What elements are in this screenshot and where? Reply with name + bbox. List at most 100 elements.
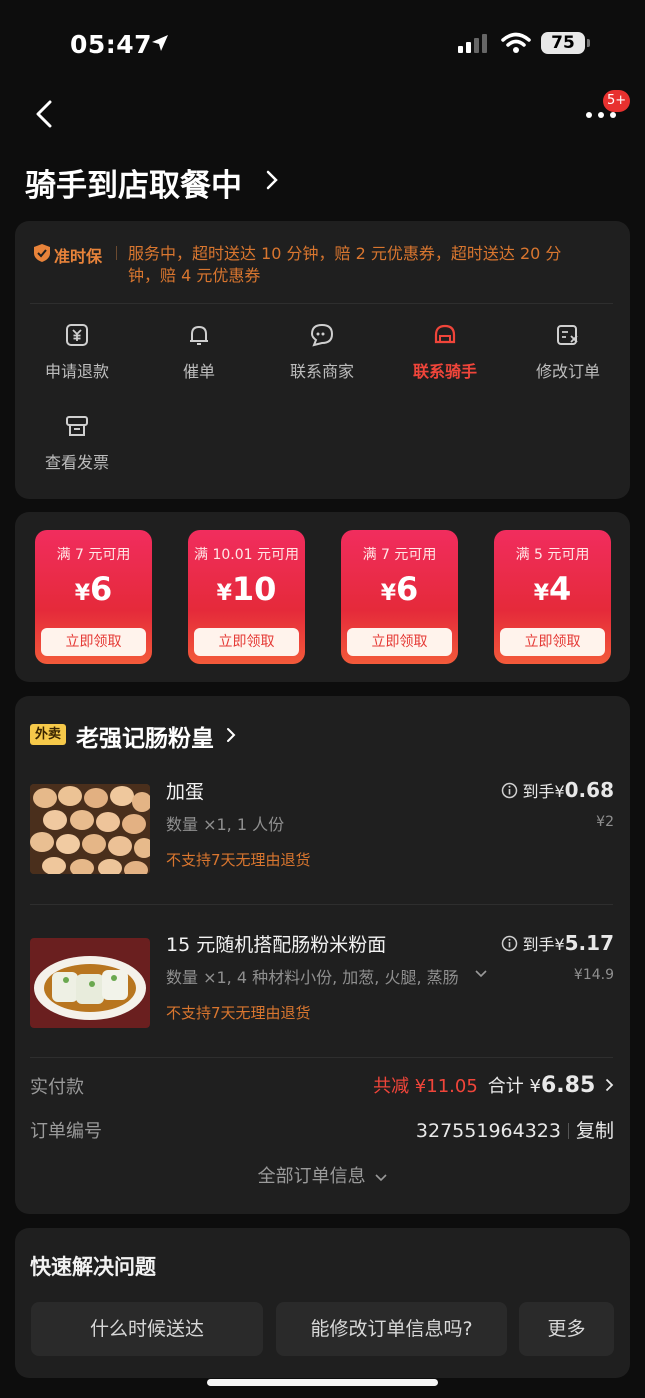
claim-coupon-button[interactable]: 立即领取: [347, 628, 452, 656]
battery-cap: [587, 39, 590, 47]
separator: [567, 1123, 569, 1139]
net-value: 0.68: [564, 778, 614, 802]
item-original-price: ¥2: [596, 814, 614, 830]
invoice-icon: [66, 416, 88, 436]
coupon-value: 4: [549, 570, 572, 608]
coupon-condition: 满 7 元可用: [56, 547, 131, 563]
item-name[interactable]: 15 元随机搭配肠粉米粉面: [166, 930, 386, 957]
claim-coupon-button[interactable]: 立即领取: [194, 628, 299, 656]
coupon-currency: ¥: [533, 581, 550, 606]
chevron-right-icon: [605, 1078, 614, 1092]
order-number-label: 订单编号: [30, 1121, 102, 1142]
coupon-condition: 满 5 元可用: [515, 547, 590, 563]
net-currency: ¥: [554, 782, 565, 801]
home-indicator[interactable]: [207, 1379, 438, 1386]
item-return-note: 不支持7天无理由退货: [166, 1004, 311, 1022]
divider: [30, 904, 613, 905]
claim-coupon-button[interactable]: 立即领取: [41, 628, 146, 656]
divider: [30, 303, 613, 304]
refund-label: 申请退款: [44, 362, 109, 381]
edit-order-icon: [557, 325, 578, 345]
coupon-condition: 满 7 元可用: [362, 547, 437, 563]
contact-merchant-action[interactable]: 联系商家: [267, 322, 377, 382]
urge-action[interactable]: 催单: [144, 322, 254, 382]
guarantee-text: 服务中，超时送达 10 分钟，赔 2 元优惠券，超时送达 20 分钟，赔 4 元…: [128, 244, 562, 285]
contact-rider-label: 联系骑手: [412, 362, 477, 381]
battery-indicator: 75: [541, 32, 585, 54]
urge-label: 催单: [182, 362, 215, 381]
net-prefix: 到手: [522, 935, 555, 954]
total-value: 6.85: [540, 1073, 596, 1098]
coupon[interactable]: 满 7 元可用 ¥6 立即领取: [35, 530, 152, 664]
coupon-currency: ¥: [74, 581, 91, 606]
net-value: 5.17: [564, 931, 614, 955]
coupon[interactable]: 满 5 元可用 ¥4 立即领取: [494, 530, 611, 664]
page-title[interactable]: 骑手到店取餐中: [25, 160, 242, 205]
coupon[interactable]: 满 7 元可用 ¥6 立即领取: [341, 530, 458, 664]
chevron-down-icon: [375, 1174, 387, 1182]
status-time: 05:47: [70, 30, 153, 59]
invoice-action[interactable]: 查看发票: [22, 413, 132, 473]
copy-button[interactable]: 复制: [576, 1120, 614, 1142]
back-icon[interactable]: [30, 98, 58, 130]
paid-label: 实付款: [30, 1077, 84, 1098]
item-image-eggs[interactable]: [30, 784, 150, 874]
total-amount: 合计 ¥6.85: [487, 1073, 596, 1098]
delivery-tag: 外卖: [30, 724, 67, 745]
contact-rider-action[interactable]: 联系骑手: [390, 322, 500, 382]
item-spec[interactable]: 数量 ×1, 4 种材料小份, 加葱, 火腿, 蒸肠: [166, 964, 472, 988]
guarantee-name: 准时保: [54, 247, 103, 266]
eggs-image: [30, 784, 150, 874]
chevron-right-icon[interactable]: [266, 170, 278, 190]
info-icon: [502, 782, 518, 799]
rice-roll-image: [30, 938, 150, 1028]
payment-summary[interactable]: 共减 ¥11.05 合计 ¥6.85: [373, 1072, 614, 1098]
contact-merchant-label: 联系商家: [289, 362, 354, 381]
status-bar: 05:47 75: [0, 0, 645, 88]
shield-icon: [34, 244, 50, 262]
info-icon: [502, 935, 518, 952]
item-image-rice-roll[interactable]: [30, 938, 150, 1028]
guarantee-separator: [116, 246, 117, 260]
coupon-condition: 满 10.01 元可用: [194, 547, 299, 563]
coupon[interactable]: 满 10.01 元可用 ¥10 立即领取: [188, 530, 305, 664]
bell-icon: [190, 326, 208, 345]
order-number-row: 327551964323 复制: [416, 1116, 614, 1143]
all-order-info-label: 全部订单信息: [257, 1166, 366, 1187]
refund-action[interactable]: 申请退款: [22, 322, 132, 382]
order-number: 327551964323: [415, 1120, 561, 1142]
when-delivered-button[interactable]: 什么时候送达: [31, 1302, 263, 1356]
chevron-down-icon[interactable]: [475, 970, 487, 978]
more-button[interactable]: 更多: [519, 1302, 614, 1356]
helmet-icon: [434, 324, 456, 344]
claim-coupon-button[interactable]: 立即领取: [500, 628, 605, 656]
chevron-right-icon[interactable]: [226, 727, 236, 743]
coupon-value: 6: [90, 570, 113, 608]
refund-icon: [66, 324, 88, 346]
modify-order-action[interactable]: 修改订单: [513, 322, 623, 382]
net-prefix: 到手: [522, 782, 555, 801]
net-currency: ¥: [554, 935, 565, 954]
all-order-info-toggle[interactable]: 全部订单信息: [0, 1162, 645, 1188]
coupon-value: 10: [231, 570, 277, 608]
item-net-price[interactable]: 到手¥0.68: [501, 778, 614, 802]
store-name[interactable]: 老强记肠粉皇: [76, 719, 214, 753]
item-original-price: ¥14.9: [573, 967, 614, 983]
total-prefix: 合计 ¥: [487, 1076, 541, 1097]
item-net-price[interactable]: 到手¥5.17: [501, 931, 614, 955]
notification-badge: 5+: [603, 90, 631, 112]
wifi-icon: [501, 32, 531, 53]
coupon-amount: ¥6: [35, 570, 152, 608]
item-name[interactable]: 加蛋: [166, 777, 204, 804]
item-return-note: 不支持7天无理由退货: [166, 851, 311, 869]
signal-icon: [458, 34, 487, 53]
coupon-value: 6: [396, 570, 419, 608]
coupon-amount: ¥6: [341, 570, 458, 608]
coupon-amount: ¥10: [188, 570, 305, 608]
coupon-currency: ¥: [216, 581, 232, 606]
modify-order-info-button[interactable]: 能修改订单信息吗?: [276, 1302, 507, 1356]
invoice-label: 查看发票: [44, 453, 109, 472]
divider: [30, 1057, 613, 1058]
total-discount: 共减 ¥11.05: [373, 1076, 478, 1097]
location-arrow-icon: [152, 35, 168, 51]
